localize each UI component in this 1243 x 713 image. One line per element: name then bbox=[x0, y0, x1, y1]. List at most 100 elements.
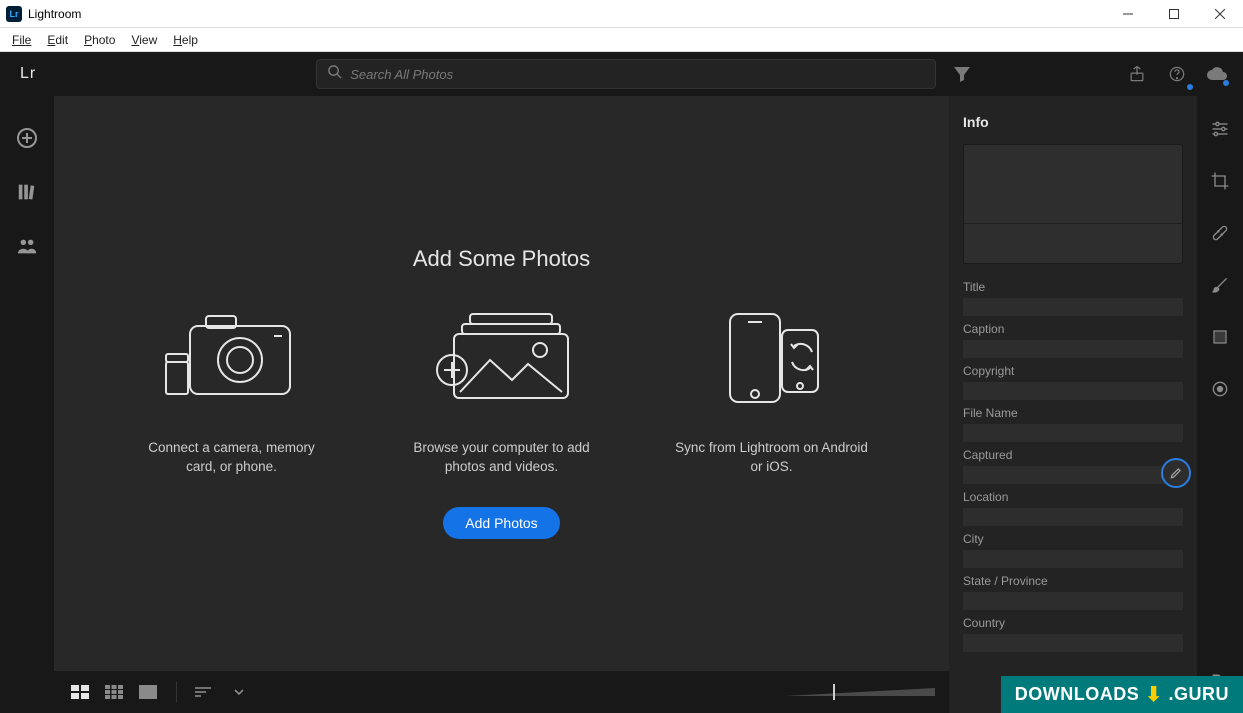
empty-col-sync-desc: Sync from Lightroom on Android or iOS. bbox=[672, 439, 872, 477]
app-toolbar: Lr bbox=[0, 52, 1243, 96]
app-icon: Lr bbox=[6, 6, 22, 22]
info-panel-title: Info bbox=[963, 114, 1183, 130]
plus-circle-icon bbox=[15, 126, 39, 150]
funnel-icon bbox=[950, 62, 974, 86]
search-icon bbox=[327, 64, 342, 84]
photo-canvas: Add Some Photos bbox=[54, 96, 949, 671]
divider bbox=[176, 682, 177, 702]
histogram-placeholder bbox=[963, 144, 1183, 264]
single-view-button[interactable] bbox=[136, 680, 160, 704]
field-input-captured[interactable] bbox=[963, 466, 1183, 484]
add-photos-button[interactable]: Add Photos bbox=[443, 507, 559, 539]
watermark-right: .GURU bbox=[1169, 684, 1230, 705]
crop-icon bbox=[1210, 171, 1230, 191]
bandaid-icon bbox=[1210, 223, 1230, 243]
single-icon bbox=[139, 685, 157, 699]
people-icon bbox=[15, 235, 39, 257]
grid-small-view-button[interactable] bbox=[102, 680, 126, 704]
left-rail bbox=[0, 96, 54, 713]
download-arrow-icon: ⬇ bbox=[1145, 682, 1162, 707]
watermark-left: DOWNLOADS bbox=[1015, 684, 1140, 705]
slider-track-icon bbox=[785, 688, 935, 696]
menu-view[interactable]: View bbox=[123, 31, 165, 49]
cloud-sync-button[interactable] bbox=[1203, 60, 1231, 88]
field-input-title[interactable] bbox=[963, 298, 1183, 316]
linear-gradient-button[interactable] bbox=[1207, 324, 1233, 350]
field-label-location: Location bbox=[963, 490, 1183, 504]
info-panel: Info Title Caption Copyright File Name C… bbox=[949, 96, 1197, 713]
field-input-country[interactable] bbox=[963, 634, 1183, 652]
window-titlebar: Lr Lightroom bbox=[0, 0, 1243, 28]
center-area: Add Some Photos bbox=[54, 96, 949, 713]
share-icon bbox=[1127, 64, 1147, 84]
help-button[interactable] bbox=[1163, 60, 1191, 88]
edit-captured-button[interactable] bbox=[1161, 458, 1191, 488]
share-button[interactable] bbox=[1123, 60, 1151, 88]
field-label-filename: File Name bbox=[963, 406, 1183, 420]
grid-small-icon bbox=[105, 685, 123, 699]
brush-icon bbox=[1210, 275, 1230, 295]
slider-handle[interactable] bbox=[833, 684, 835, 700]
maximize-button[interactable] bbox=[1151, 0, 1197, 28]
pencil-icon bbox=[1169, 466, 1183, 480]
empty-col-browse-desc: Browse your computer to add photos and v… bbox=[402, 439, 602, 477]
field-label-captured: Captured bbox=[963, 448, 1183, 462]
watermark: DOWNLOADS ⬇ .GURU bbox=[1001, 676, 1243, 713]
empty-col-sync: Sync from Lightroom on Android or iOS. bbox=[672, 308, 872, 477]
empty-col-camera: Connect a camera, memory card, or phone. bbox=[132, 308, 332, 477]
minimize-button[interactable] bbox=[1105, 0, 1151, 28]
sharing-rail-button[interactable] bbox=[13, 232, 41, 260]
maximize-icon bbox=[1169, 9, 1179, 19]
grid-large-icon bbox=[71, 685, 89, 699]
right-rail bbox=[1197, 96, 1243, 713]
field-input-filename[interactable] bbox=[963, 424, 1183, 442]
devices-sync-icon bbox=[702, 308, 842, 408]
filter-button[interactable] bbox=[948, 60, 976, 88]
field-label-city: City bbox=[963, 532, 1183, 546]
sort-icon bbox=[195, 685, 215, 699]
grid-view-button[interactable] bbox=[68, 680, 92, 704]
sort-button[interactable] bbox=[193, 680, 217, 704]
brush-button[interactable] bbox=[1207, 272, 1233, 298]
my-photos-rail-button[interactable] bbox=[13, 178, 41, 206]
field-input-state[interactable] bbox=[963, 592, 1183, 610]
healing-button[interactable] bbox=[1207, 220, 1233, 246]
circle-target-icon bbox=[1210, 379, 1230, 399]
field-input-copyright[interactable] bbox=[963, 382, 1183, 400]
field-label-title: Title bbox=[963, 280, 1183, 294]
close-icon bbox=[1215, 9, 1225, 19]
field-label-copyright: Copyright bbox=[963, 364, 1183, 378]
field-label-caption: Caption bbox=[963, 322, 1183, 336]
field-input-city[interactable] bbox=[963, 550, 1183, 568]
search-box[interactable] bbox=[316, 59, 936, 89]
menu-help[interactable]: Help bbox=[165, 31, 206, 49]
sync-status-dot bbox=[1223, 80, 1229, 86]
square-icon bbox=[1211, 328, 1229, 346]
radial-gradient-button[interactable] bbox=[1207, 376, 1233, 402]
app-logo: Lr bbox=[12, 65, 44, 83]
empty-col-camera-desc: Connect a camera, memory card, or phone. bbox=[132, 439, 332, 477]
notification-dot bbox=[1187, 84, 1193, 90]
thumbnail-size-slider[interactable] bbox=[775, 688, 935, 696]
sliders-icon bbox=[1210, 119, 1230, 139]
minimize-icon bbox=[1123, 9, 1133, 19]
bottom-bar bbox=[54, 671, 949, 713]
app-menubar: File Edit Photo View Help bbox=[0, 28, 1243, 52]
help-icon bbox=[1167, 64, 1187, 84]
library-icon bbox=[16, 181, 38, 203]
window-title: Lightroom bbox=[28, 7, 81, 21]
field-input-caption[interactable] bbox=[963, 340, 1183, 358]
crop-button[interactable] bbox=[1207, 168, 1233, 194]
field-label-state: State / Province bbox=[963, 574, 1183, 588]
image-stack-icon bbox=[432, 308, 572, 408]
empty-heading: Add Some Photos bbox=[54, 246, 949, 272]
menu-photo[interactable]: Photo bbox=[76, 31, 123, 49]
add-photos-rail-button[interactable] bbox=[13, 124, 41, 152]
menu-edit[interactable]: Edit bbox=[39, 31, 76, 49]
field-input-location[interactable] bbox=[963, 508, 1183, 526]
sort-dropdown[interactable] bbox=[227, 680, 251, 704]
close-button[interactable] bbox=[1197, 0, 1243, 28]
edit-sliders-button[interactable] bbox=[1207, 116, 1233, 142]
menu-file[interactable]: File bbox=[4, 31, 39, 49]
search-input[interactable] bbox=[350, 67, 925, 82]
